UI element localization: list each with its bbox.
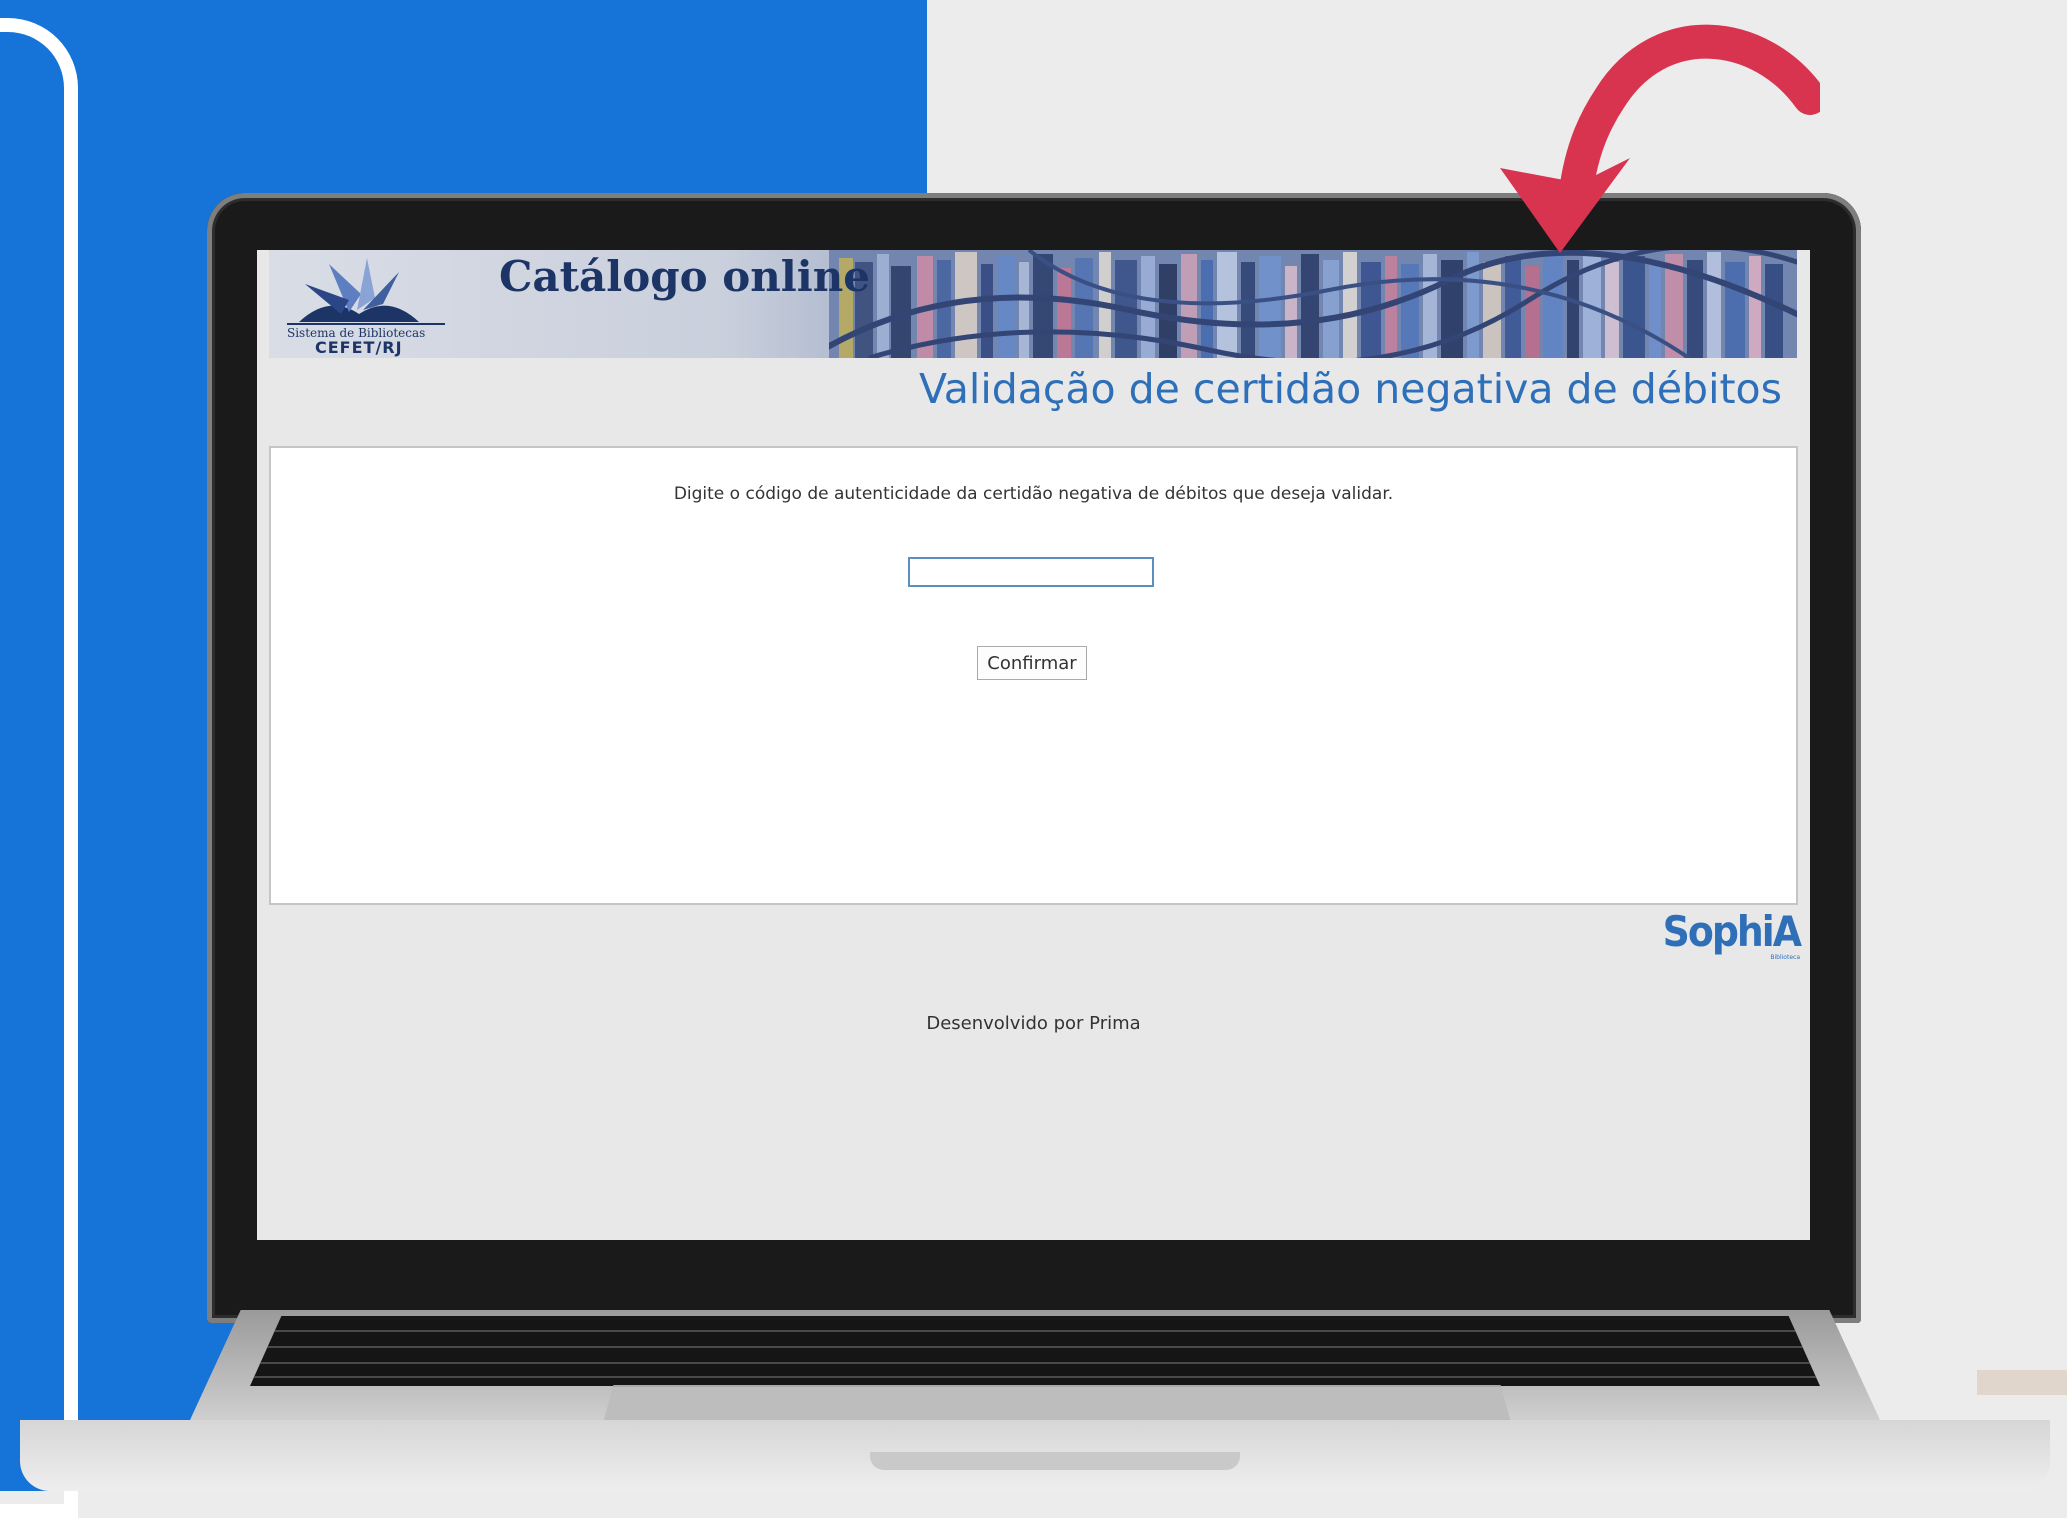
laptop-notch xyxy=(870,1452,1240,1470)
desk-edge xyxy=(1977,1370,2067,1395)
logo-divider xyxy=(287,323,445,325)
footer-credit: Desenvolvido por Prima xyxy=(926,1013,1141,1034)
sophia-logo: SophiA Biblioteca xyxy=(1662,907,1802,962)
logo-institution: CEFET/RJ xyxy=(315,338,403,357)
page-title: Validação de certidão negativa de débito… xyxy=(918,365,1782,413)
keyboard-row xyxy=(250,1330,1820,1332)
background-white-frame xyxy=(0,18,78,1518)
keyboard-row xyxy=(250,1362,1820,1364)
keyboard-row xyxy=(250,1346,1820,1348)
laptop-keyboard xyxy=(250,1316,1820,1386)
confirm-button[interactable]: Confirmar xyxy=(977,646,1087,680)
instructions-text: Digite o código de autenticidade da cert… xyxy=(673,484,1394,504)
sophia-logo-text: SophiA xyxy=(1662,907,1802,956)
validation-panel: Digite o código de autenticidade da cert… xyxy=(269,446,1798,905)
banner-title: Catálogo online xyxy=(499,252,870,301)
keyboard-row xyxy=(250,1376,1820,1378)
library-logo-icon xyxy=(299,258,419,322)
authenticity-code-input[interactable] xyxy=(908,557,1154,587)
curved-arrow-icon xyxy=(1500,24,1820,253)
laptop-screen: Sistema de Bibliotecas CEFET/RJ Catálogo… xyxy=(257,250,1810,1240)
